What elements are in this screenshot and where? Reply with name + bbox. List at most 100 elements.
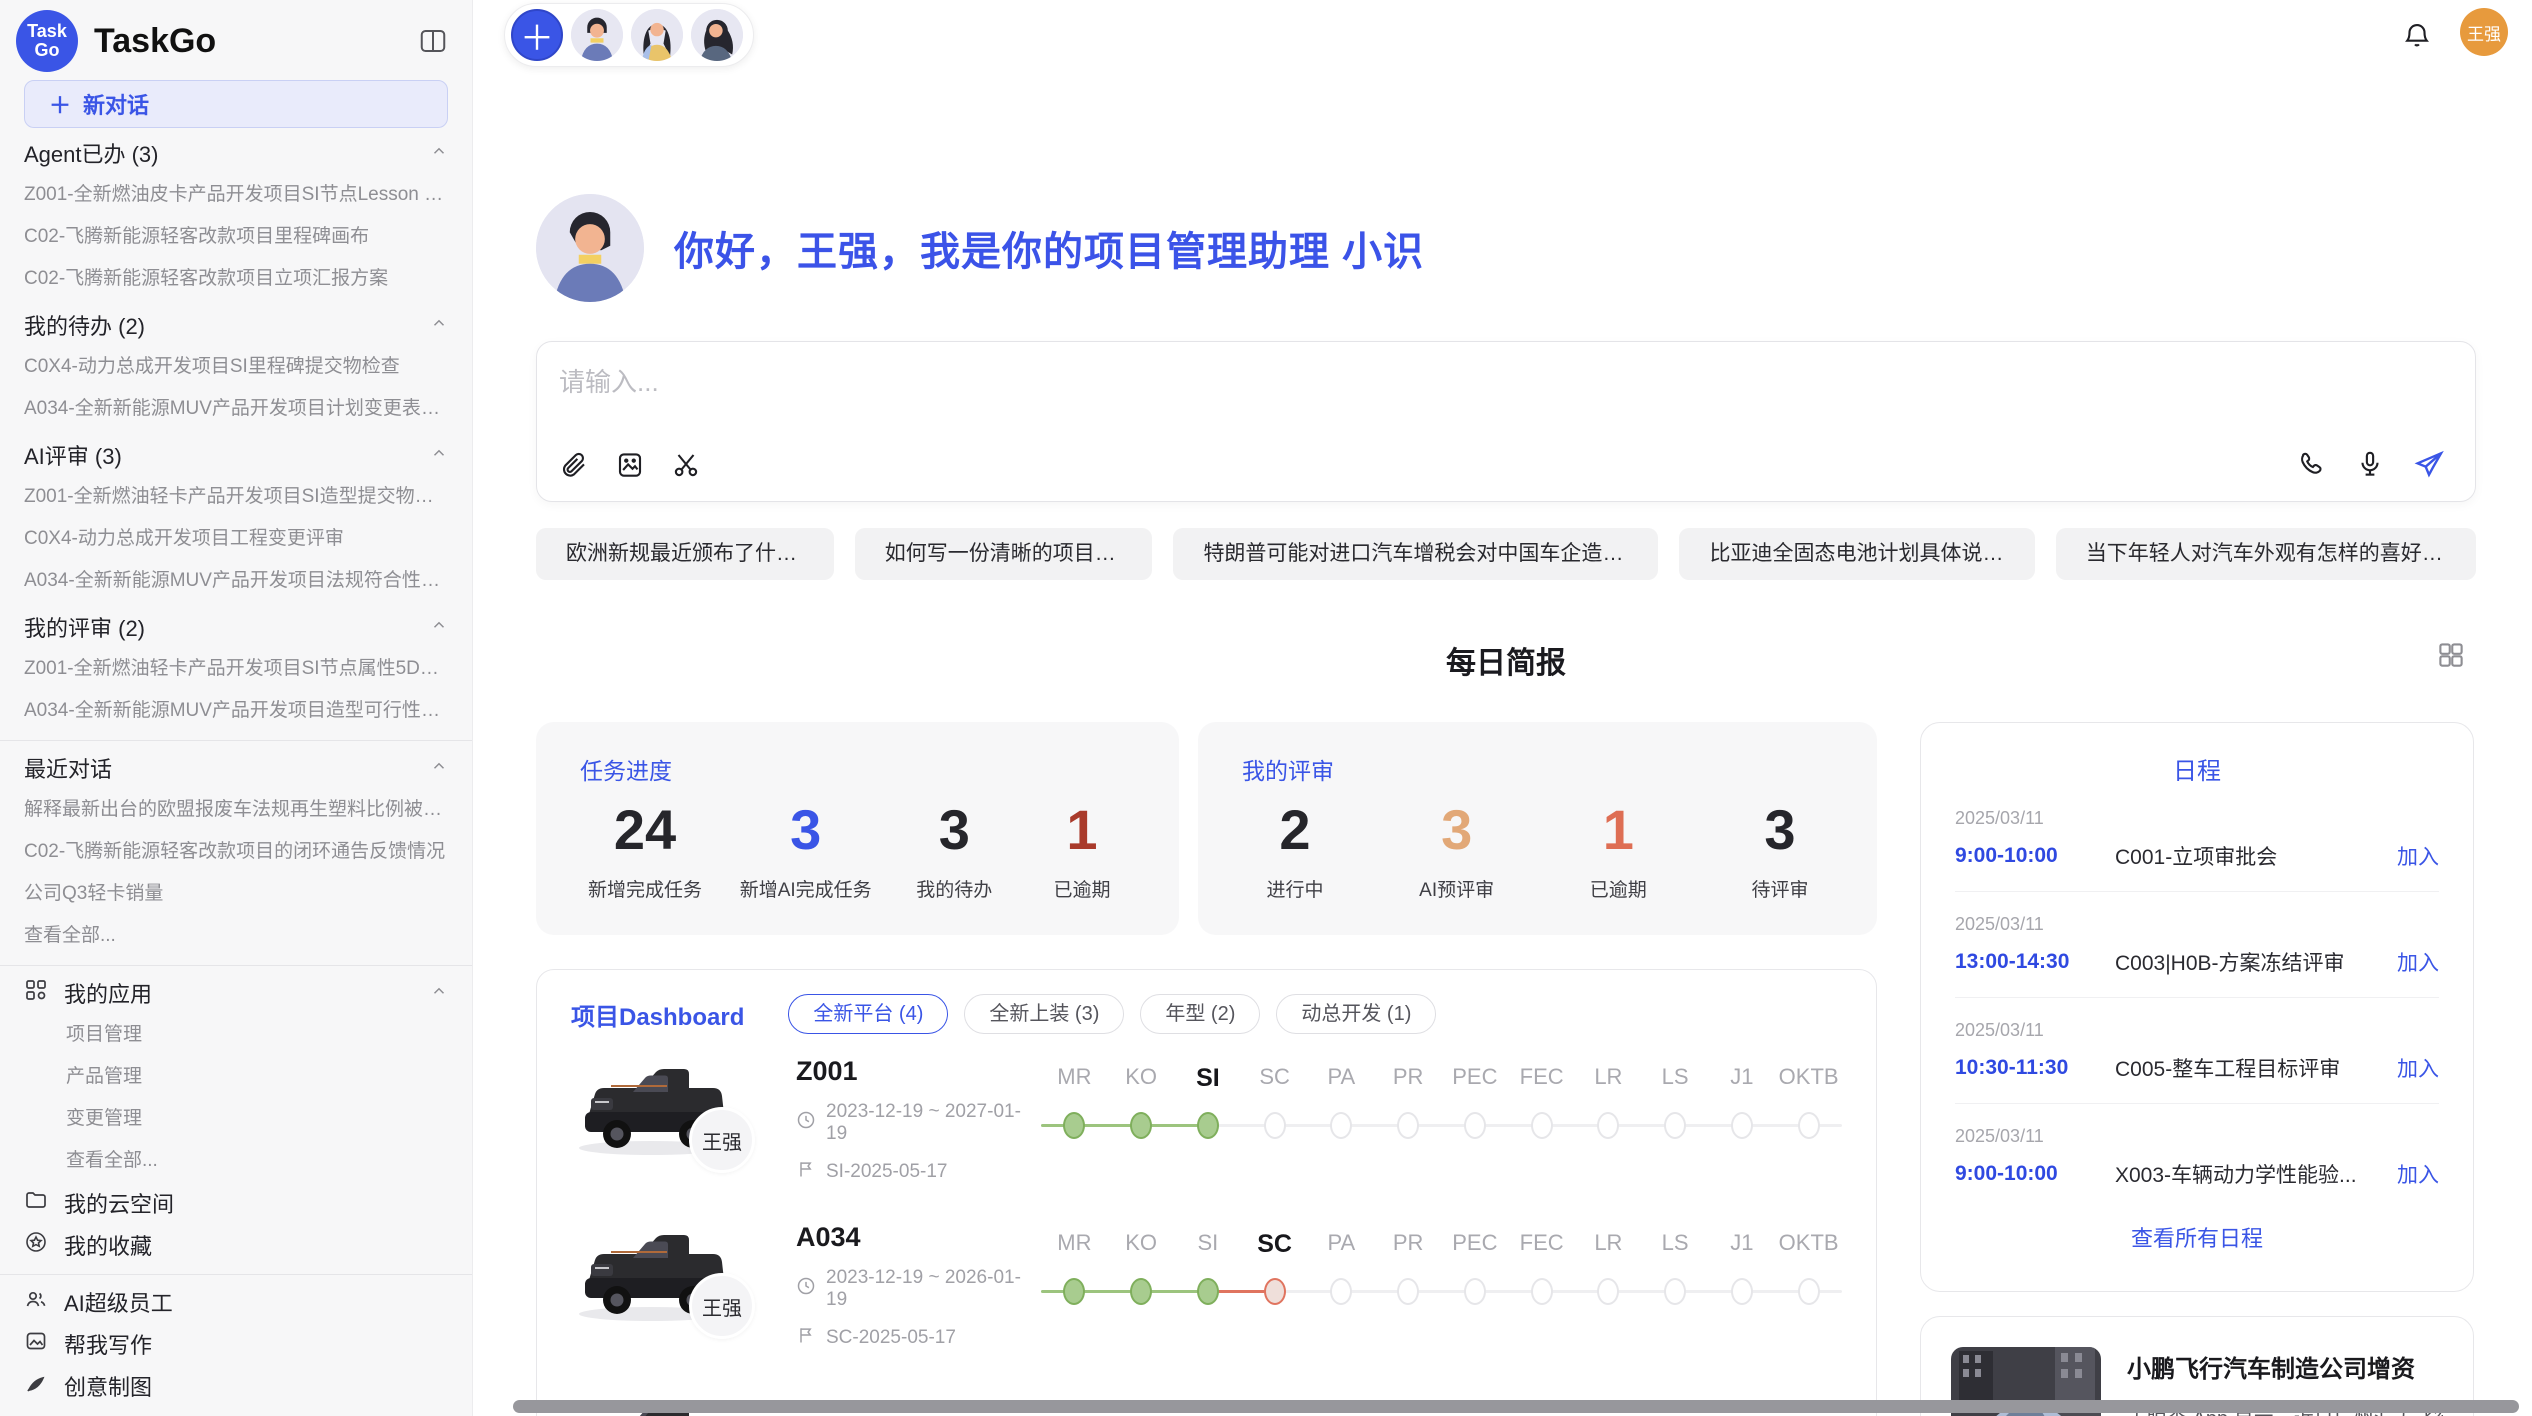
filter-chip-year-model[interactable]: 年型 (2) [1140,994,1260,1034]
notification-bell-icon[interactable] [2402,20,2432,55]
sidebar-item-write-helper[interactable]: 帮我写作 [24,1323,448,1365]
chevron-up-icon[interactable] [430,980,448,1006]
stat-label: 新增AI完成任务 [740,875,872,902]
agent-avatar-1[interactable] [571,9,623,61]
list-item[interactable]: Z001-全新燃油皮卡产品开发项目SI节点Lesson Learn报告 [24,174,448,216]
dashboard-header: 项目Dashboard 全新平台 (4) 全新上装 (3) 年型 (2) 动总开… [537,970,1876,1044]
list-item[interactable]: Z001-全新燃油轻卡产品开发项目SI造型提交物评审 [24,476,448,518]
list-item[interactable]: C02-飞腾新能源轻客改款项目的闭环通告反馈情况 [24,831,448,873]
project-row-a034[interactable]: 王强 A034 2023-12-19 ~ 2026-01-19 SC-2025-… [571,1218,1842,1376]
filter-chip-platform[interactable]: 全新平台 (4) [788,994,948,1034]
stat-my-todo: 3 我的待办 [909,796,999,902]
list-item[interactable]: Z001-全新燃油轻卡产品开发项目SI节点属性5D文件评审 [24,648,448,690]
agent-avatar-3[interactable] [691,9,743,61]
sidebar-item-creative-draw[interactable]: 创意制图 [24,1365,448,1407]
stat-label: 待评审 [1735,875,1825,902]
main-content: ＋ 王强 你好，王强，我是你的项目管理助理 小识 请输入... [473,0,2532,1416]
join-link[interactable]: 加入 [2397,841,2439,871]
sidebar-item-product-mgmt[interactable]: 产品管理 [24,1056,448,1098]
chevron-up-icon[interactable] [430,755,448,781]
horizontal-scrollbar[interactable] [513,1400,2519,1413]
chat-composer[interactable]: 请输入... [536,341,2476,502]
filter-chip-upfit[interactable]: 全新上装 (3) [964,994,1124,1034]
list-item[interactable]: C0X4-动力总成开发项目工程变更评审 [24,518,448,560]
agent-avatar-2[interactable] [631,9,683,61]
picture-icon [24,1329,48,1359]
section-my-todo[interactable]: 我的待办 (2) [24,304,448,346]
section-title: Agent已办 (3) [24,137,159,169]
scissors-icon[interactable] [671,450,701,485]
suggestion-chip[interactable]: 特朗普可能对进口汽车增税会对中国车企造成哪些影响 [1173,528,1658,580]
list-item[interactable]: C02-飞腾新能源轻客改款项目里程碑画布 [24,216,448,258]
list-item[interactable]: A034-全新新能源MUV产品开发项目法规符合性评审 [24,560,448,602]
sidebar-item-cloud-space[interactable]: 我的云空间 [24,1182,448,1224]
schedule-time: 9:00-10:00 [1955,1162,2115,1186]
new-chat-button[interactable]: ＋ 新对话 [24,80,448,128]
layout-grid-icon[interactable] [2436,640,2466,675]
sidebar-item-change-mgmt[interactable]: 变更管理 [24,1098,448,1140]
view-all-schedule-link[interactable]: 查看所有日程 [1921,1221,2473,1253]
sidebar-item-favorites[interactable]: 我的收藏 [24,1224,448,1266]
milestone-label: SC [1241,1064,1308,1093]
suggestion-chip[interactable]: 比亚迪全固态电池计划具体说了什么 [1679,528,2034,580]
sidebar-item-label: AI超级员工 [64,1286,173,1318]
sidebar-item-ai-staff[interactable]: AI超级员工 [24,1281,448,1323]
join-link[interactable]: 加入 [2397,947,2439,977]
list-item[interactable]: A034-全新新能源MUV产品开发项目造型可行性评审 [24,690,448,732]
milestone-labels: MR KO SI SC PA PR PEC FEC LR LS J1 OKTB [1041,1064,1842,1093]
people-icon [24,1287,48,1317]
filter-chip-powertrain[interactable]: 动总开发 (1) [1276,994,1436,1034]
section-agent-done[interactable]: Agent已办 (3) [24,132,448,174]
folder-icon [24,1188,48,1218]
phone-call-icon[interactable] [2297,449,2327,484]
suggestion-chip[interactable]: 如何写一份清晰的项目周报 [855,528,1153,580]
stat-label: 已逾期 [1037,875,1127,902]
stat-label: 已逾期 [1573,875,1663,902]
list-item[interactable]: C02-飞腾新能源轻客改款项目立项汇报方案 [24,258,448,300]
stat-value: 3 [740,796,872,863]
suggestion-chips: 欧洲新规最近颁布了什么? 如何写一份清晰的项目周报 特朗普可能对进口汽车增税会对… [536,528,2476,580]
user-avatar[interactable]: 王强 [2460,8,2508,56]
chevron-up-icon[interactable] [430,140,448,166]
list-item[interactable]: A034-全新新能源MUV产品开发项目计划变更表编写 [24,388,448,430]
list-item[interactable]: 公司Q3轻卡销量 [24,873,448,915]
join-link[interactable]: 加入 [2397,1053,2439,1083]
suggestion-chip[interactable]: 当下年轻人对汽车外观有怎样的喜好趋势 [2056,528,2476,580]
chevron-up-icon[interactable] [430,442,448,468]
clock-icon [796,1110,816,1136]
star-badge-icon [24,1230,48,1260]
project-dates-text: 2023-12-19 ~ 2027-01-19 [826,1101,1041,1145]
view-all-recent[interactable]: 查看全部... [24,915,448,957]
collapse-sidebar-icon[interactable] [418,26,448,56]
sidebar-item-project-mgmt[interactable]: 项目管理 [24,1014,448,1056]
section-recent-chats[interactable]: 最近对话 [24,747,448,789]
list-item[interactable]: C0X4-动力总成开发项目SI里程碑提交物检查 [24,346,448,388]
image-upload-icon[interactable] [615,450,645,485]
pen-icon [24,1371,48,1401]
stat-value: 3 [909,796,999,863]
milestone-track [1041,1275,1842,1309]
schedule-title: 日程 [1921,751,2473,786]
suggestion-chip[interactable]: 欧洲新规最近颁布了什么? [536,528,834,580]
view-all-apps[interactable]: 查看全部... [24,1140,448,1182]
join-link[interactable]: 加入 [2397,1159,2439,1189]
section-my-review[interactable]: 我的评审 (2) [24,606,448,648]
schedule-time: 10:30-11:30 [1955,1056,2115,1080]
microphone-icon[interactable] [2355,449,2385,484]
section-title: 我的应用 [64,977,152,1009]
attachment-icon[interactable] [559,450,589,485]
chevron-up-icon[interactable] [430,614,448,640]
milestone-label-current: SI [1175,1064,1242,1093]
greeting-text: 你好，王强，我是你的项目管理助理 小识 [674,219,1424,277]
new-chat-label: 新对话 [83,88,149,120]
apps-grid-icon [24,978,48,1008]
chevron-up-icon[interactable] [430,312,448,338]
section-my-apps[interactable]: 我的应用 [24,972,448,1014]
project-row-z001[interactable]: 王强 Z001 2023-12-19 ~ 2027-01-19 SI-2025-… [571,1052,1842,1210]
send-icon[interactable] [2413,448,2445,485]
add-agent-button[interactable]: ＋ [511,9,563,61]
project-owner-badge: 王强 [689,1107,755,1173]
list-item[interactable]: 解释最新出台的欧盟报废车法规再生塑料比例被调至15%... [24,789,448,831]
section-title: 最近对话 [24,752,112,784]
section-ai-review[interactable]: AI评审 (3) [24,434,448,476]
